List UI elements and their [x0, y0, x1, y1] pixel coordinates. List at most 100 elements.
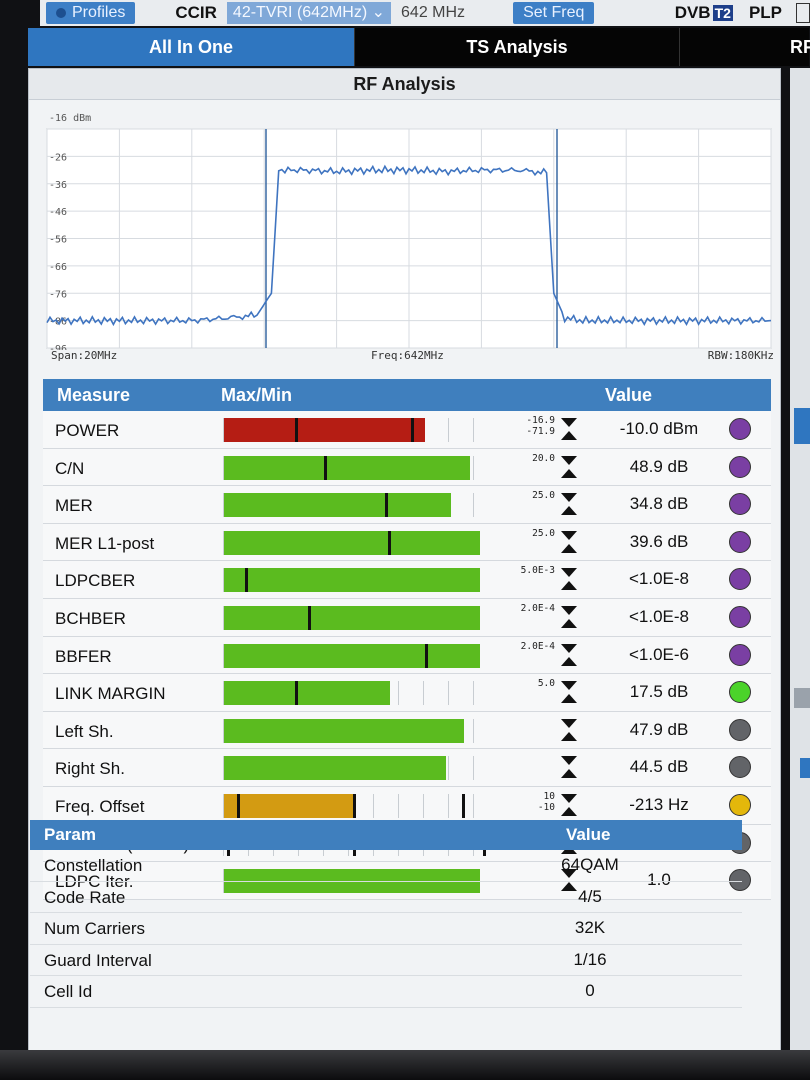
status-led-icon — [729, 756, 751, 779]
device-bezel — [0, 1050, 810, 1080]
level-bar — [223, 643, 488, 668]
status-led-icon — [729, 605, 751, 628]
param-row: Code Rate 4/5 — [30, 882, 742, 913]
tab-ts-analysis[interactable]: TS Analysis — [354, 28, 679, 66]
measure-name: LINK MARGIN — [55, 684, 166, 704]
hourglass-icon[interactable] — [559, 417, 579, 441]
measure-value: <1.0E-8 — [628, 606, 689, 626]
param-value: 4/5 — [578, 886, 602, 906]
bar-marker — [461, 793, 465, 818]
measure-row: MER L1-post 25.0 39.6 dB — [43, 523, 771, 562]
tab-rf[interactable]: RF — [679, 28, 810, 66]
hourglass-icon[interactable] — [559, 680, 579, 704]
param-rows: Constellation 64QAM Code Rate 4/5 Num Ca… — [30, 850, 742, 1008]
panel-title: RF Analysis — [29, 69, 780, 100]
hourglass-icon[interactable] — [559, 455, 579, 479]
level-bar — [223, 493, 488, 518]
tab-all-in-one[interactable]: All In One — [28, 28, 354, 66]
measure-row: LINK MARGIN 5.0 17.5 dB — [43, 674, 771, 712]
status-led-icon — [729, 530, 751, 553]
y-tick-label: -36 — [49, 180, 67, 191]
threshold-labels: 5.0E-3 — [495, 565, 555, 576]
frequency-input[interactable]: 642 MHz — [401, 4, 465, 22]
profiles-button[interactable]: Profiles — [46, 2, 136, 24]
channel-select[interactable]: 42-TVRI (642MHz) ⌄ — [226, 2, 392, 24]
measure-value: -10.0 dBm — [619, 419, 699, 438]
set-freq-button[interactable]: Set Freq — [513, 2, 595, 24]
measure-name: C/N — [55, 458, 85, 478]
threshold-lo: -71.9 — [526, 426, 555, 437]
ref-level-label: -16 dBm — [49, 113, 91, 124]
param-value: 32K — [574, 918, 606, 937]
measure-name: POWER — [55, 421, 120, 440]
spectrum-chart: -26 -36 -46 -56 -66 -76 -86 -96 -16 dBm — [43, 105, 773, 375]
spectrum-footer: Span:20MHz Freq:642MHz RBW:180KHz — [49, 349, 774, 365]
threshold-labels: 10 -10 — [495, 791, 555, 813]
bar-marker — [245, 568, 249, 593]
dvb-t2-logo: DVB T2 — [675, 3, 733, 23]
status-led-icon — [729, 793, 751, 816]
level-bar-fill — [224, 718, 465, 743]
side-panel-scroll[interactable] — [794, 688, 810, 708]
measure-row: LDPCBER 5.0E-3 <1.0E-8 — [43, 561, 771, 599]
status-led-icon — [729, 718, 751, 741]
measure-value: 17.5 dB — [629, 682, 689, 702]
param-name: Cell Id — [44, 982, 93, 1001]
hourglass-icon[interactable] — [559, 530, 579, 554]
bar-marker — [295, 681, 299, 706]
y-tick-label: -56 — [49, 235, 67, 246]
measure-table-header: Measure Max/Min Value — [43, 379, 771, 411]
measure-value: <1.0E-6 — [628, 644, 689, 664]
plp-select[interactable] — [796, 3, 810, 23]
hourglass-icon[interactable] — [559, 718, 579, 742]
hourglass-icon[interactable] — [559, 793, 579, 817]
measure-name: LDPCBER — [55, 571, 136, 591]
bar-marker — [424, 643, 428, 668]
measure-row: MER 25.0 34.8 dB — [43, 486, 771, 524]
y-tick-label: -46 — [49, 207, 67, 218]
hourglass-icon[interactable] — [559, 605, 579, 629]
level-bar — [223, 793, 488, 818]
status-led-icon — [729, 493, 751, 516]
param-value: 64QAM — [561, 855, 619, 874]
y-tick-label: -76 — [49, 289, 67, 300]
center-freq-label: Freq:642MHz — [371, 349, 444, 362]
measure-value: 47.9 dB — [629, 719, 689, 739]
bar-marker — [411, 418, 415, 442]
param-value: 0 — [585, 981, 595, 1000]
threshold-lo: 25.0 — [532, 490, 555, 502]
hourglass-icon[interactable] — [559, 755, 579, 779]
measure-row: C/N 20.0 48.9 dB — [43, 448, 771, 487]
threshold-lo: -10 — [537, 801, 555, 813]
bar-marker — [353, 793, 357, 818]
hourglass-icon[interactable] — [559, 492, 579, 516]
measure-value: <1.0E-8 — [628, 569, 689, 589]
header-maxmin: Max/Min — [221, 385, 293, 405]
threshold-lo: 5.0 — [537, 678, 555, 690]
hourglass-icon[interactable] — [559, 567, 579, 591]
param-table-header: Param Value — [30, 820, 742, 850]
measure-value: 34.8 dB — [629, 494, 689, 514]
threshold-lo: 2.0E-4 — [520, 602, 555, 614]
level-bar — [223, 455, 488, 480]
threshold-labels: 25.0 — [495, 528, 555, 539]
measure-value: 39.6 dB — [629, 531, 689, 551]
level-bar-fill — [224, 756, 446, 781]
threshold-lo: 20.0 — [532, 452, 555, 464]
measure-name: Left Sh. — [55, 721, 114, 741]
plp-label: PLP — [748, 3, 782, 22]
hourglass-icon[interactable] — [559, 643, 579, 667]
measure-name: BBFER — [55, 646, 112, 666]
header-param-value: Value — [566, 825, 611, 844]
status-led-icon — [729, 418, 751, 440]
measure-name: Right Sh. — [55, 759, 125, 779]
measure-value: 44.5 dB — [629, 757, 689, 777]
param-row: Cell Id 0 — [30, 976, 742, 1008]
span-label: Span:20MHz — [51, 349, 118, 362]
measure-row: BCHBER 2.0E-4 <1.0E-8 — [43, 598, 771, 637]
bar-marker — [324, 455, 328, 480]
level-bar — [223, 418, 488, 442]
level-bar-fill — [224, 530, 481, 555]
measure-row: Freq. Offset 10 -10 -213 Hz — [43, 786, 771, 825]
header-measure: Measure — [57, 385, 131, 405]
